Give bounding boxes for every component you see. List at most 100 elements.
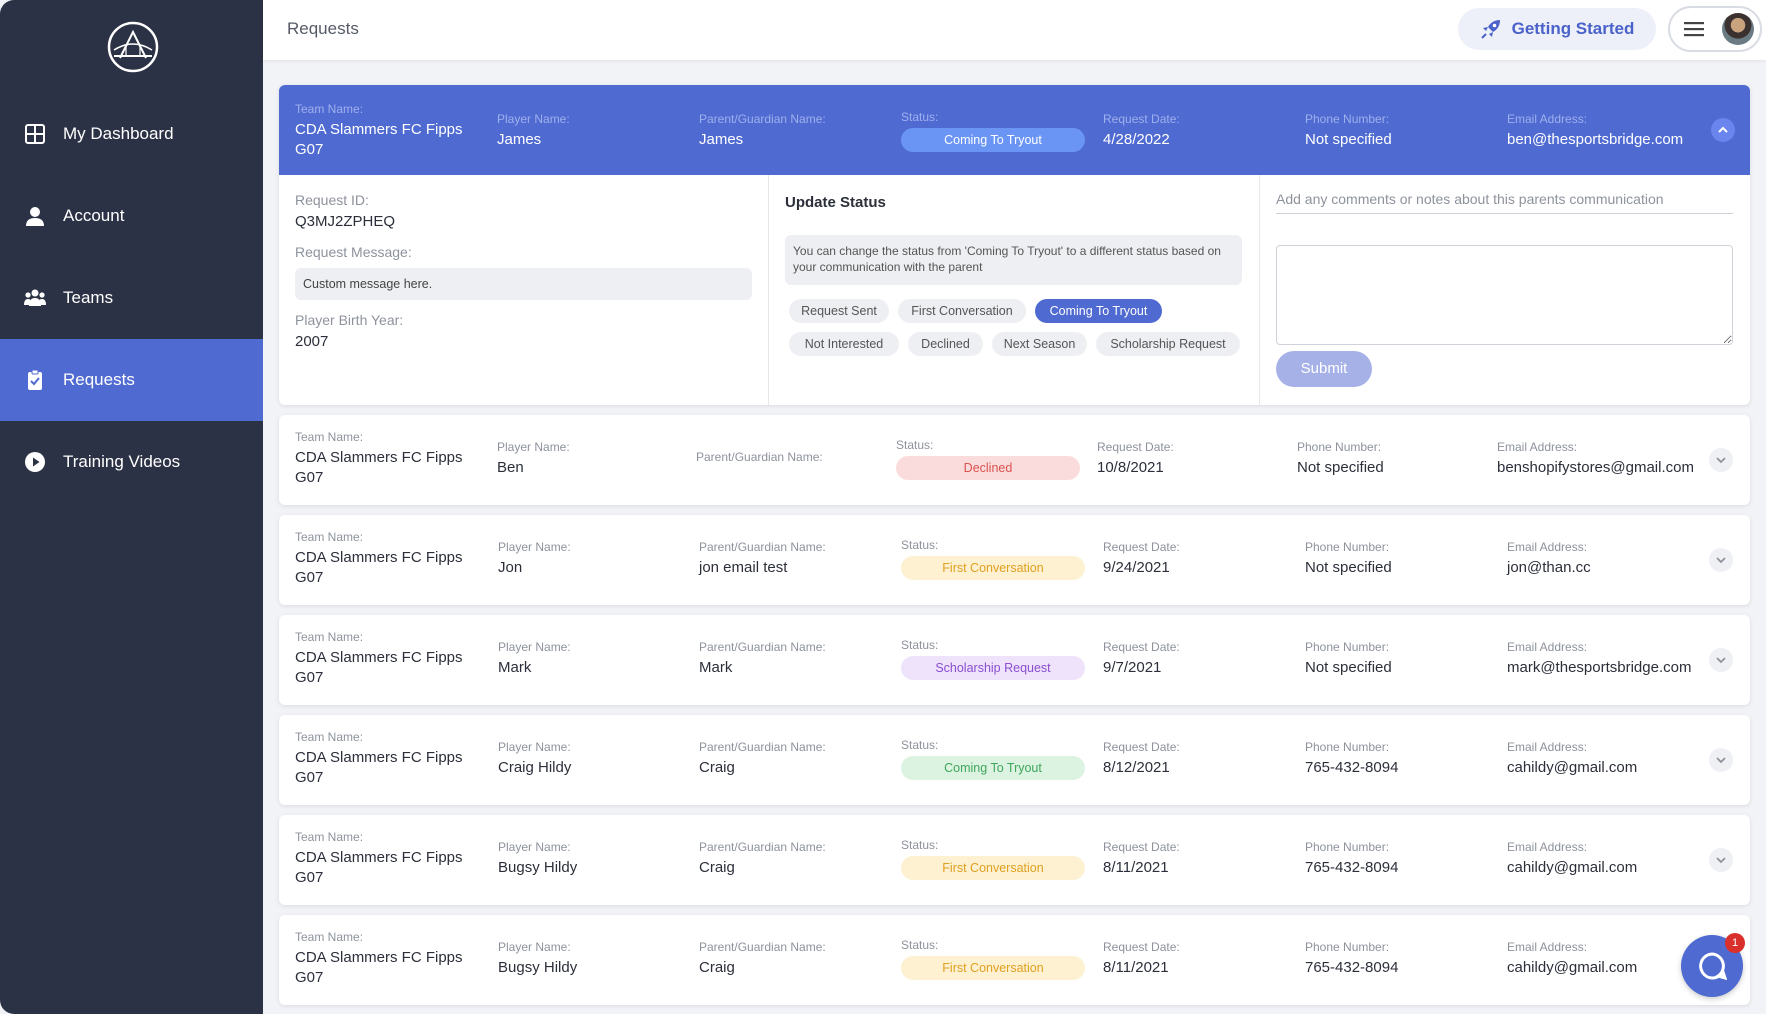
date-field: Request Date: 10/8/2021 [1097,440,1174,478]
team-label: Team Name: [295,102,364,116]
notification-badge: 1 [1725,933,1745,953]
sidebar-item-account[interactable]: Account [0,175,263,257]
chevron-up-icon [1718,126,1728,133]
request-details: Request ID: Q3MJ2ZPHEQ Request Message: … [279,175,1750,405]
request-card[interactable]: Team Name: CDA Slammers FC Fipps G07 Pla… [279,515,1750,605]
email-field: Email Address: cahildy@gmail.com [1507,940,1637,978]
request-card[interactable]: Team Name: CDA Slammers FC Fipps G07 Pla… [279,415,1750,505]
update-status-panel: Update Status You can change the status … [769,175,1260,405]
player-value: James [497,131,542,148]
sidebar-item-teams[interactable]: Teams [0,257,263,339]
expand-button[interactable] [1709,448,1733,472]
expand-button[interactable] [1709,748,1733,772]
sidebar-item-requests[interactable]: Requests [0,339,263,421]
parent-label: Parent/Guardian Name: [699,840,826,854]
status-option-request-sent[interactable]: Request Sent [789,299,889,323]
notes-textarea[interactable] [1276,245,1733,345]
team-label: Team Name: [295,530,364,544]
date-field: Request Date: 4/28/2022 [1103,112,1180,150]
phone-field: Phone Number: Not specified [1305,540,1392,578]
email-label: Email Address: [1507,840,1588,854]
status-badge: First Conversation [901,856,1085,880]
email-label: Email Address: [1507,940,1588,954]
phone-label: Phone Number: [1305,540,1390,554]
team-value: CDA Slammers FC Fipps G07 [295,849,463,886]
sidebar-item-label: Requests [63,370,135,389]
collapse-button[interactable] [1711,118,1735,142]
date-value: 8/12/2021 [1103,759,1170,776]
team-value: CDA Slammers FC Fipps G07 [295,549,463,586]
chevron-down-icon [1716,757,1726,764]
getting-started-button[interactable]: Getting Started [1458,8,1656,50]
chat-button[interactable]: 1 [1681,933,1745,997]
status-field: Status: Coming To Tryout [901,738,1085,780]
player-label: Player Name: [498,740,571,754]
status-option-not-interested[interactable]: Not Interested [789,332,899,356]
email-value: cahildy@gmail.com [1507,859,1638,876]
notes-input[interactable] [1276,191,1733,214]
sidebar-item-my-dashboard[interactable]: My Dashboard [0,93,263,175]
status-option-first-conversation[interactable]: First Conversation [898,299,1026,323]
player-label: Player Name: [498,940,571,954]
submit-button[interactable]: Submit [1276,351,1372,387]
status-field: Status: First Conversation [901,538,1085,580]
date-label: Request Date: [1103,740,1180,754]
date-label: Request Date: [1103,640,1180,654]
sidebar-item-training-videos[interactable]: Training Videos [0,421,263,503]
phone-field: Phone Number: Not specified [1305,640,1392,678]
request-id-value: Q3MJ2ZPHEQ [295,213,396,230]
request-card[interactable]: Team Name: CDA Slammers FC Fipps G07 Pla… [279,715,1750,805]
clipboard-icon [24,369,46,391]
birth-year-value: 2007 [295,333,329,350]
parent-value: Craig [699,959,735,976]
request-card-header[interactable]: Team Name: CDA Slammers FC Fipps G07 Pla… [279,85,1750,175]
expand-button[interactable] [1709,548,1733,572]
status-field: Status: Coming To Tryout [901,110,1085,152]
team-field: Team Name: CDA Slammers FC Fipps G07 [295,430,465,488]
status-badge: Declined [896,456,1080,480]
request-card[interactable]: Team Name: CDA Slammers FC Fipps G07 Pla… [279,815,1750,905]
status-option-declined[interactable]: Declined [908,332,983,356]
phone-value: 765-432-8094 [1305,859,1399,876]
email-value: cahildy@gmail.com [1507,959,1638,976]
status-field: Status: Scholarship Request [901,638,1085,680]
phone-value: 765-432-8094 [1305,959,1399,976]
parent-field: Parent/Guardian Name: Mark [699,640,826,678]
team-value: CDA Slammers FC Fipps G07 [295,449,463,486]
request-card-header[interactable]: Team Name: CDA Slammers FC Fipps G07 Pla… [279,715,1750,805]
phone-label: Phone Number: [1305,740,1390,754]
group-icon [24,287,46,309]
email-label: Email Address: [1497,440,1578,454]
logo[interactable] [106,20,160,74]
request-card[interactable]: Team Name: CDA Slammers FC Fipps G07 Pla… [279,615,1750,705]
player-field: Player Name: Ben [497,440,570,478]
request-card-header[interactable]: Team Name: CDA Slammers FC Fipps G07 Pla… [279,815,1750,905]
dashboard-icon [24,123,46,145]
request-card[interactable]: Team Name: CDA Slammers FC Fipps G07 Pla… [279,915,1750,1005]
phone-value: Not specified [1305,131,1392,148]
birth-year-label: Player Birth Year: [295,312,404,328]
parent-value: James [699,131,744,148]
status-option-next-season[interactable]: Next Season [992,332,1087,356]
notes-panel: Submit [1260,175,1750,405]
player-value: Bugsy Hildy [498,959,578,976]
expand-button[interactable] [1709,648,1733,672]
date-label: Request Date: [1097,440,1174,454]
chevron-down-icon [1716,457,1726,464]
expand-button[interactable] [1709,848,1733,872]
user-menu-button[interactable] [1668,6,1762,52]
status-option-coming-to-tryout[interactable]: Coming To Tryout [1035,299,1162,323]
email-value: jon@than.cc [1507,559,1591,576]
request-card-header[interactable]: Team Name: CDA Slammers FC Fipps G07 Pla… [279,515,1750,605]
email-field: Email Address: mark@thesportsbridge.com [1507,640,1691,678]
request-card-header[interactable]: Team Name: CDA Slammers FC Fipps G07 Pla… [279,915,1750,1005]
player-label: Player Name: [498,840,571,854]
email-label: Email Address: [1507,740,1588,754]
team-label: Team Name: [295,630,364,644]
team-value: CDA Slammers FC Fipps G07 [295,649,463,686]
request-card-header[interactable]: Team Name: CDA Slammers FC Fipps G07 Pla… [279,615,1750,705]
request-card-header[interactable]: Team Name: CDA Slammers FC Fipps G07 Pla… [279,415,1750,505]
player-value: Mark [498,659,532,676]
status-option-scholarship-request[interactable]: Scholarship Request [1096,332,1240,356]
phone-field: Phone Number: 765-432-8094 [1305,740,1398,778]
